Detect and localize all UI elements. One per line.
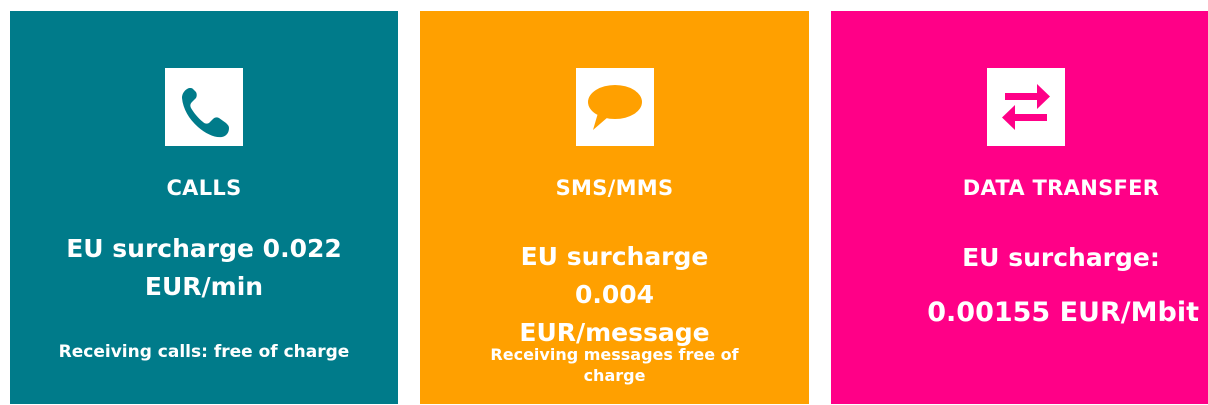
card-title: SMS/MMS: [555, 176, 674, 200]
note-line: charge: [583, 366, 646, 385]
receiving-note: Receiving calls: free of charge: [58, 342, 350, 362]
surcharge-line: 0.00155 EUR/Mbit: [927, 297, 1199, 328]
speech-bubble-icon-box: [576, 68, 654, 146]
surcharge-line: 0.004: [574, 280, 655, 309]
surcharge-text: EU surcharge: 0.00155 EUR/Mbit: [831, 230, 1208, 340]
speech-bubble-icon: [588, 85, 642, 130]
card-title: DATA TRANSFER: [962, 176, 1160, 200]
calls-card: CALLS EU surcharge 0.022 EUR/min Receivi…: [10, 11, 398, 404]
sms-card: SMS/MMS EU surcharge 0.004 EUR/message R…: [420, 11, 809, 404]
surcharge-text: EU surcharge 0.004 EUR/message: [420, 238, 809, 352]
transfer-arrows-icon-box: [987, 68, 1065, 146]
surcharge-line: EU surcharge 0.022: [66, 234, 342, 263]
surcharge-line: EU surcharge:: [962, 243, 1160, 272]
phone-icon: [182, 88, 229, 138]
surcharge-text: EU surcharge 0.022 EUR/min: [10, 230, 398, 306]
note-line: Receiving messages free of: [490, 345, 739, 364]
surcharge-line: EU surcharge: [520, 242, 709, 271]
surcharge-line: EUR/min: [144, 272, 264, 301]
receiving-note: Receiving messages free of charge: [420, 344, 809, 386]
card-title: CALLS: [166, 176, 242, 200]
data-transfer-card: DATA TRANSFER EU surcharge: 0.00155 EUR/…: [831, 11, 1208, 404]
transfer-arrows-icon: [1002, 84, 1050, 130]
phone-icon-box: [165, 68, 243, 146]
